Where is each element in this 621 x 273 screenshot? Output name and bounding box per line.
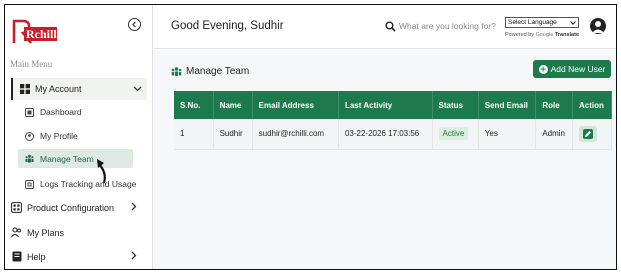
cell-action — [572, 119, 612, 150]
sidebar-item-my-profile[interactable]: My Profile — [25, 131, 78, 141]
column-header-last-activity: Last Activity — [338, 91, 433, 119]
cell-status: Active — [432, 119, 479, 150]
powered-by-google-translate: Powered by Google Translate — [505, 32, 580, 38]
cell-last-activity: 03-22-2026 17:03:56 — [338, 119, 433, 150]
sidebar-item-product-configuration[interactable]: Product Configuration — [11, 202, 137, 213]
cell-name: Sudhir — [213, 119, 253, 150]
sidebar-item-label: Manage Team — [40, 153, 94, 164]
collapse-sidebar-button[interactable] — [128, 18, 141, 31]
sidebar-item-help[interactable]: Help — [11, 251, 137, 262]
grid-icon — [19, 84, 30, 95]
page-title: Manage Team — [171, 66, 249, 77]
sidebar-item-my-account[interactable]: My Account — [11, 78, 147, 100]
cursor-arrow-icon — [97, 159, 106, 184]
sidebar-item-my-plans[interactable]: My Plans — [11, 227, 64, 238]
pencil-icon — [583, 128, 593, 139]
chevron-down-icon — [133, 84, 142, 95]
app-window: Rchilli Main Menu My Account Dashboard M… — [4, 4, 617, 270]
chevron-right-icon — [131, 202, 137, 214]
dashboard-icon — [25, 107, 34, 117]
users-icon — [11, 227, 22, 238]
team-icon — [171, 66, 182, 77]
sidebar: Rchilli Main Menu My Account Dashboard M… — [5, 5, 153, 269]
language-select[interactable]: Select Language — [505, 17, 579, 28]
column-header-action: Action — [572, 91, 612, 119]
main-menu-label: Main Menu — [10, 59, 53, 69]
sidebar-item-label: Dashboard — [40, 107, 82, 117]
cell-email: sudhir@rchilli.com — [252, 119, 339, 150]
translate-label: Translate — [554, 32, 580, 38]
page-title-text: Manage Team — [186, 66, 250, 77]
help-icon — [11, 251, 22, 262]
sidebar-item-label: Help — [27, 251, 46, 262]
team-table: S.No. Name Email Address Last Activity S… — [174, 91, 612, 150]
table-header-row: S.No. Name Email Address Last Activity S… — [174, 91, 612, 119]
language-select-value: Select Language — [508, 19, 557, 26]
cell-sno: 1 — [174, 119, 214, 150]
sidebar-item-label: My Profile — [40, 131, 78, 141]
edit-user-button[interactable] — [579, 125, 597, 142]
plus-circle-icon: + — [538, 63, 548, 74]
top-header: Good Evening, Sudhir What are you lookin… — [153, 5, 616, 49]
add-new-user-button[interactable]: + Add New User — [533, 60, 611, 78]
sidebar-item-label: Logs Tracking and Usage — [40, 179, 137, 189]
search-icon — [385, 21, 396, 32]
logs-icon — [25, 179, 34, 189]
column-header-send-email: Send Email — [478, 91, 537, 119]
column-header-status: Status — [432, 91, 479, 119]
sidebar-item-label: My Plans — [27, 227, 65, 238]
main-content: Manage Team + Add New User S.No. Name Em… — [153, 50, 616, 269]
logo-text: Rchilli — [26, 27, 59, 41]
cell-role: Admin — [535, 119, 573, 150]
column-header-email: Email Address — [252, 91, 339, 119]
sidebar-item-logs-tracking[interactable]: Logs Tracking and Usage — [25, 179, 136, 189]
greeting-text: Good Evening, Sudhir — [171, 20, 284, 32]
cell-send-email: Yes — [478, 119, 537, 150]
table-row: 1 Sudhir sudhir@rchilli.com 03-22-2026 1… — [174, 119, 612, 150]
chevron-down-icon — [570, 20, 576, 25]
sidebar-item-manage-team[interactable]: Manage Team — [18, 149, 133, 168]
sidebar-item-label: My Account — [35, 84, 82, 94]
add-user-label: Add New User — [550, 64, 606, 74]
profile-icon — [25, 131, 34, 141]
sidebar-item-label: Product Configuration — [27, 202, 115, 213]
team-icon — [25, 154, 34, 163]
rchilli-logo[interactable]: Rchilli — [11, 17, 61, 45]
column-header-role: Role — [535, 91, 573, 119]
column-header-sno: S.No. — [174, 91, 214, 119]
sidebar-item-dashboard[interactable]: Dashboard — [25, 107, 82, 117]
avatar[interactable] — [590, 18, 606, 34]
status-badge: Active — [438, 127, 469, 141]
chevron-right-icon — [131, 251, 137, 263]
config-icon — [11, 202, 22, 213]
search-bar[interactable]: What are you looking for? — [385, 17, 503, 35]
google-logo-text: Google — [535, 32, 554, 38]
search-placeholder: What are you looking for? — [399, 21, 496, 31]
column-header-name: Name — [213, 91, 253, 119]
